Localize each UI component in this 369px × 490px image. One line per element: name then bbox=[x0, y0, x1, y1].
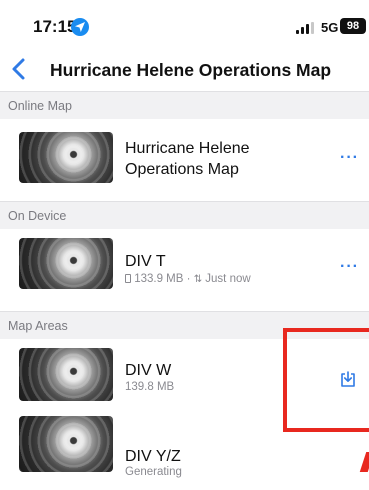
section-header-online-map: Online Map bbox=[0, 91, 369, 119]
location-arrow-icon bbox=[71, 18, 89, 36]
sync-arrows-icon: ⇅ bbox=[193, 274, 203, 285]
map-details: 133.9 MB · ⇅ Just now bbox=[125, 273, 251, 285]
storage-icon bbox=[125, 274, 131, 283]
network-type: 5G bbox=[321, 20, 339, 35]
online-map-row[interactable]: Hurricane Helene Operations Map ··· bbox=[0, 119, 369, 201]
sync-time: Just now bbox=[205, 273, 251, 285]
section-header-on-device: On Device bbox=[0, 201, 369, 229]
on-device-map-row[interactable]: DIV T 133.9 MB · ⇅ Just now ··· bbox=[0, 229, 369, 311]
cellular-signal-icon bbox=[296, 22, 316, 34]
navigation-bar: Hurricane Helene Operations Map bbox=[0, 50, 369, 90]
map-area-status: Generating bbox=[125, 466, 182, 478]
map-title-line: Operations Map bbox=[125, 161, 239, 178]
map-area-title: DIV W bbox=[125, 362, 172, 379]
chevron-left-icon[interactable] bbox=[8, 56, 30, 82]
status-bar: 17:15 5G 98 bbox=[0, 0, 369, 48]
page-title: Hurricane Helene Operations Map bbox=[50, 60, 332, 80]
map-thumbnail bbox=[19, 348, 113, 401]
status-time: 17:15 bbox=[33, 17, 77, 36]
map-area-title: DIV Y/Z bbox=[125, 448, 181, 465]
map-area-size: 139.8 MB bbox=[125, 381, 175, 393]
map-title: DIV T bbox=[125, 253, 166, 270]
section-label: Map Areas bbox=[8, 319, 68, 333]
map-thumbnail bbox=[19, 238, 113, 289]
separator: · bbox=[186, 273, 191, 285]
more-options-button[interactable]: ··· bbox=[340, 149, 359, 167]
map-thumbnail bbox=[19, 132, 113, 183]
map-title: Hurricane Helene Operations Map bbox=[125, 138, 250, 180]
battery-indicator: 98 bbox=[340, 18, 366, 34]
more-options-button[interactable]: ··· bbox=[340, 258, 359, 276]
section-label: Online Map bbox=[8, 99, 72, 113]
file-size: 133.9 MB bbox=[134, 273, 184, 285]
map-thumbnail bbox=[19, 416, 113, 472]
map-title-line: Hurricane Helene bbox=[125, 140, 250, 157]
section-label: On Device bbox=[8, 209, 67, 223]
annotation-highlight-box bbox=[283, 328, 369, 432]
